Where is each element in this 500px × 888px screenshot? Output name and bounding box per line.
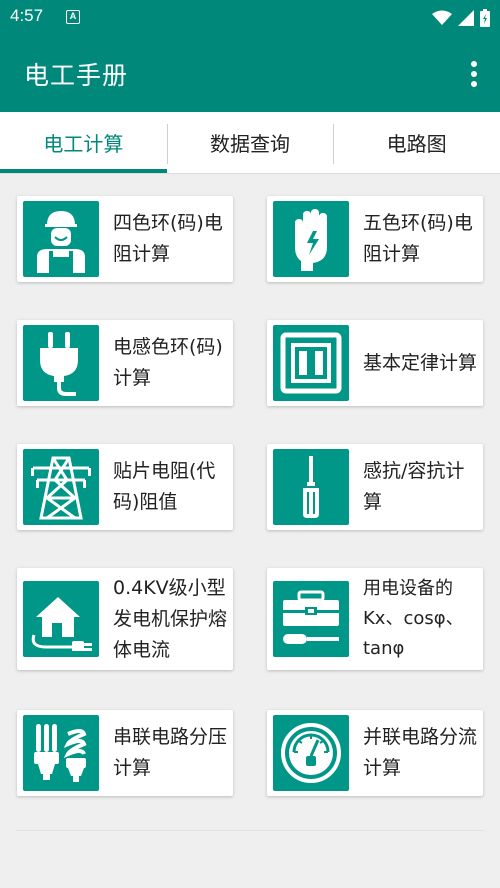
card-label: 0.4KV级小型发电机保护熔体电流 xyxy=(113,576,228,661)
card-generator-fuse[interactable]: 0.4KV级小型发电机保护熔体电流 xyxy=(17,568,233,670)
card-label: 基本定律计算 xyxy=(363,351,478,374)
toolbox-icon xyxy=(273,581,349,657)
card-label: 串联电路分压计算 xyxy=(113,726,228,779)
status-time: 4:57 xyxy=(10,6,44,25)
screwdriver-icon xyxy=(273,449,349,525)
wifi-icon xyxy=(432,10,452,25)
status-bar: 4:57 A xyxy=(0,0,500,36)
electrician-worker-icon xyxy=(23,201,99,277)
card-label: 四色环(码)电阻计算 xyxy=(113,212,223,265)
card-basic-laws[interactable]: 基本定律计算 xyxy=(267,320,483,406)
energy-saving-bulb-icon xyxy=(23,715,99,791)
transmission-tower-icon xyxy=(23,449,99,525)
insulated-glove-icon xyxy=(273,201,349,277)
card-parallel-divider[interactable]: 并联电路分流计算 xyxy=(267,710,483,796)
card-inductor-color-code[interactable]: 电感色环(码)计算 xyxy=(17,320,233,406)
calc-grid: 四色环(码)电阻计算 五色环(码)电阻计算 电感色环(码)计算 基本定律计算 贴… xyxy=(0,174,500,888)
card-label: 电感色环(码)计算 xyxy=(113,336,223,389)
card-label: 用电设备的Kx、cosφ、tanφ xyxy=(363,578,464,659)
divider xyxy=(16,830,484,831)
tab-data-query[interactable]: 数据查询 xyxy=(166,112,334,173)
more-options-icon[interactable] xyxy=(462,58,486,90)
card-reactance[interactable]: 感抗/容抗计算 xyxy=(267,444,483,530)
system-icons xyxy=(432,8,490,28)
card-four-band-resistor[interactable]: 四色环(码)电阻计算 xyxy=(17,196,233,282)
card-label: 感抗/容抗计算 xyxy=(363,460,465,513)
meter-gauge-icon xyxy=(273,715,349,791)
tab-electrical-calc[interactable]: 电工计算 xyxy=(0,112,167,173)
wall-switch-icon xyxy=(273,325,349,401)
tab-bar: 电工计算 数据查询 电路图 xyxy=(0,112,500,174)
card-five-band-resistor[interactable]: 五色环(码)电阻计算 xyxy=(267,196,483,282)
house-plug-icon xyxy=(23,581,99,657)
battery-icon xyxy=(480,9,490,27)
card-equipment-factor[interactable]: 用电设备的Kx、cosφ、tanφ xyxy=(267,568,483,670)
card-label: 五色环(码)电阻计算 xyxy=(363,212,473,265)
tab-circuit-diagram[interactable]: 电路图 xyxy=(333,112,500,173)
notification-icon: A xyxy=(66,10,80,24)
app-title: 电工手册 xyxy=(24,61,129,90)
card-label: 贴片电阻(代码)阻值 xyxy=(113,460,216,513)
card-series-divider[interactable]: 串联电路分压计算 xyxy=(17,710,233,796)
card-smd-resistor[interactable]: 贴片电阻(代码)阻值 xyxy=(17,444,233,530)
signal-icon xyxy=(458,10,474,26)
card-label: 并联电路分流计算 xyxy=(363,726,478,779)
electric-plug-icon xyxy=(23,325,99,401)
app-bar: 电工手册 xyxy=(0,36,500,112)
